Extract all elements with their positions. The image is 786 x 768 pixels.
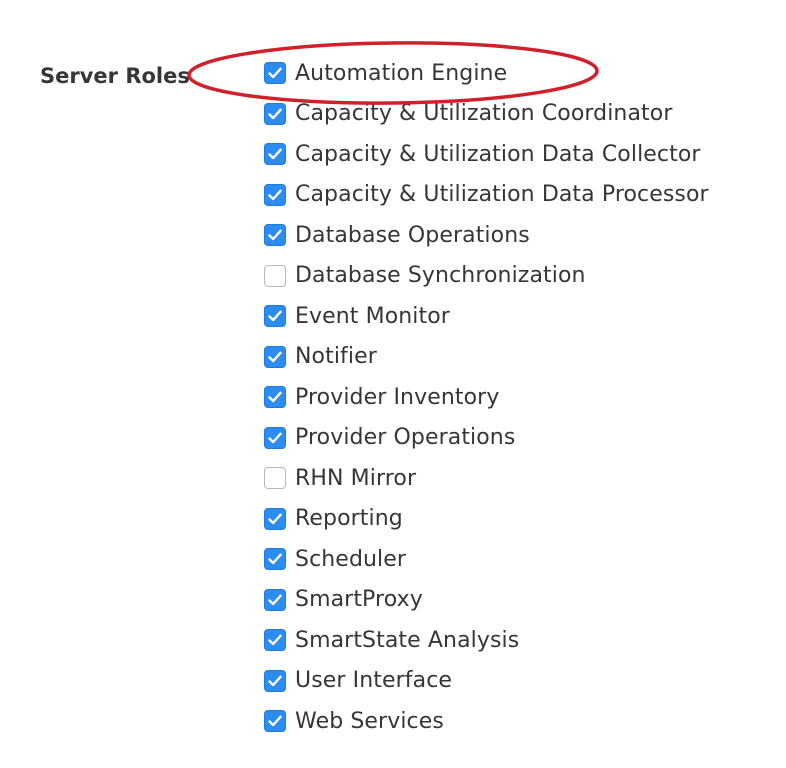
role-item-database-operations[interactable]: Database Operations xyxy=(264,215,709,256)
checkbox-provider-inventory[interactable] xyxy=(264,386,286,409)
checkbox-provider-operations[interactable] xyxy=(264,426,286,449)
role-label: SmartProxy xyxy=(295,587,423,613)
checkmark-icon xyxy=(268,513,282,524)
role-label: Capacity & Utilization Data Processor xyxy=(295,182,709,208)
checkmark-icon xyxy=(268,67,282,79)
role-label: Provider Operations xyxy=(295,425,516,451)
checkbox-automation-engine[interactable] xyxy=(264,62,286,85)
role-label: RHN Mirror xyxy=(295,465,417,491)
role-item-capacity-and-utilization-data-collector[interactable]: Capacity & Utilization Data Collector xyxy=(264,134,709,175)
server-roles-list: Automation Engine Capacity & Utilization … xyxy=(264,53,709,742)
role-label: User Interface xyxy=(295,668,453,694)
checkmark-icon xyxy=(268,432,282,443)
role-label: Reporting xyxy=(295,506,403,532)
checkmark-icon xyxy=(268,310,282,322)
checkmark-icon xyxy=(268,229,282,241)
role-item-scheduler[interactable]: Scheduler xyxy=(264,539,709,580)
checkbox-capacity-and-utilization-data-collector[interactable] xyxy=(264,143,286,166)
role-item-provider-operations[interactable]: Provider Operations xyxy=(264,418,709,459)
checkbox-event-monitor[interactable] xyxy=(264,305,286,328)
checkmark-icon xyxy=(268,675,282,686)
checkbox-web-services[interactable] xyxy=(264,710,286,733)
role-label: Automation Engine xyxy=(295,60,508,86)
role-label: Database Operations xyxy=(295,222,530,248)
role-item-rhn-mirror[interactable]: RHN Mirror xyxy=(264,458,709,499)
role-item-smartstate-analysis[interactable]: SmartState Analysis xyxy=(264,620,709,661)
checkbox-capacity-and-utilization-coordinator[interactable] xyxy=(264,102,286,125)
role-item-provider-inventory[interactable]: Provider Inventory xyxy=(264,377,709,418)
role-item-smartproxy[interactable]: SmartProxy xyxy=(264,580,709,621)
role-item-event-monitor[interactable]: Event Monitor xyxy=(264,296,709,337)
checkmark-icon xyxy=(268,148,282,160)
checkbox-capacity-and-utilization-data-processor[interactable] xyxy=(264,183,286,206)
role-item-capacity-and-utilization-coordinator[interactable]: Capacity & Utilization Coordinator xyxy=(264,94,709,135)
role-label: Scheduler xyxy=(295,546,407,572)
checkbox-user-interface[interactable] xyxy=(264,669,286,692)
role-item-automation-engine[interactable]: Automation Engine xyxy=(264,53,709,94)
checkbox-database-synchronization[interactable] xyxy=(264,264,286,287)
checkmark-icon xyxy=(268,594,282,605)
checkbox-reporting[interactable] xyxy=(264,507,286,530)
checkmark-icon xyxy=(268,351,282,362)
checkbox-notifier[interactable] xyxy=(264,345,286,368)
checkmark-icon xyxy=(268,108,282,119)
checkmark-icon xyxy=(268,715,282,727)
role-label: Provider Inventory xyxy=(295,384,500,410)
checkmark-icon xyxy=(268,634,282,646)
role-label: Capacity & Utilization Coordinator xyxy=(295,101,673,127)
checkmark-icon xyxy=(268,189,282,200)
role-label: Notifier xyxy=(295,344,377,370)
role-item-capacity-and-utilization-data-processor[interactable]: Capacity & Utilization Data Processor xyxy=(264,175,709,216)
role-label: Database Synchronization xyxy=(295,263,586,289)
checkbox-scheduler[interactable] xyxy=(264,548,286,571)
checkmark-icon xyxy=(268,391,282,403)
role-item-reporting[interactable]: Reporting xyxy=(264,499,709,540)
checkmark-icon xyxy=(268,553,282,565)
checkbox-smartstate-analysis[interactable] xyxy=(264,629,286,652)
role-label: SmartState Analysis xyxy=(295,627,520,653)
role-item-user-interface[interactable]: User Interface xyxy=(264,661,709,702)
checkbox-smartproxy[interactable] xyxy=(264,588,286,611)
checkbox-rhn-mirror[interactable] xyxy=(264,467,286,490)
role-label: Capacity & Utilization Data Collector xyxy=(295,141,701,167)
role-label: Event Monitor xyxy=(295,303,450,329)
role-item-web-services[interactable]: Web Services xyxy=(264,701,709,742)
checkbox-database-operations[interactable] xyxy=(264,224,286,247)
role-item-database-synchronization[interactable]: Database Synchronization xyxy=(264,256,709,297)
server-roles-label: Server Roles xyxy=(40,64,190,88)
role-item-notifier[interactable]: Notifier xyxy=(264,337,709,378)
role-label: Web Services xyxy=(295,708,444,734)
